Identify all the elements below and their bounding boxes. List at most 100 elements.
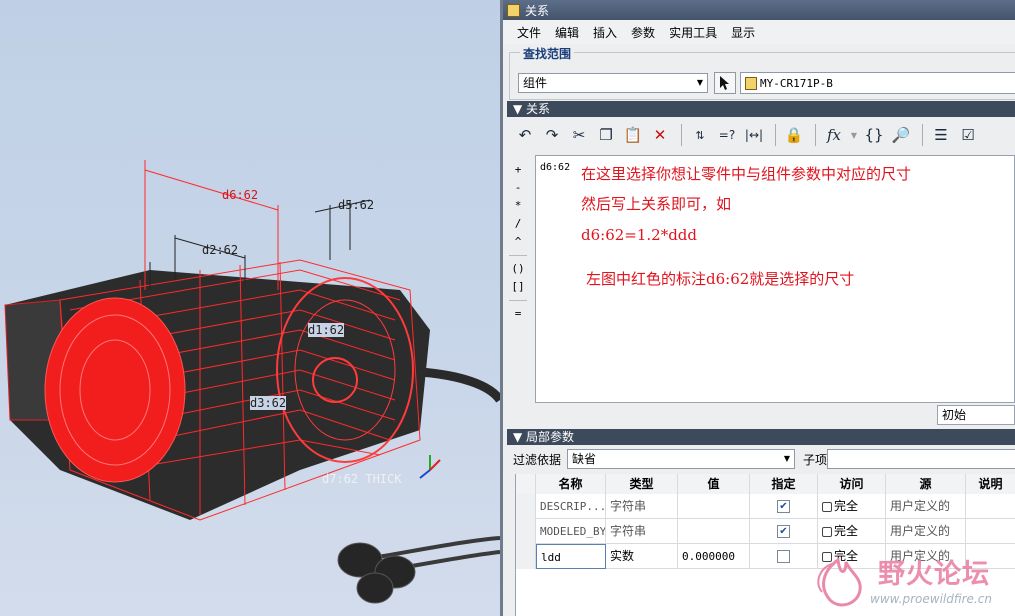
- column-header[interactable]: 值: [678, 474, 750, 494]
- operator-plus[interactable]: +: [507, 161, 529, 179]
- relations-section-header[interactable]: ▼ 关系: [507, 101, 1015, 117]
- lock-icon: [822, 501, 832, 512]
- menu-insert[interactable]: 插入: [593, 24, 617, 41]
- param-name[interactable]: MODELED_BY: [536, 519, 606, 544]
- menu-utilities[interactable]: 实用工具: [669, 24, 717, 41]
- toolbar-separator: [775, 124, 776, 146]
- column-header[interactable]: 访问: [818, 474, 886, 494]
- param-source: 用户定义的: [886, 494, 966, 519]
- function-icon[interactable]: fx: [822, 123, 846, 147]
- status-value: 初始: [942, 408, 967, 422]
- subitem-field[interactable]: [827, 449, 1015, 469]
- column-header[interactable]: 名称: [536, 474, 606, 494]
- lock-file-icon[interactable]: 🔒: [782, 123, 806, 147]
- designated-cell[interactable]: ✔: [750, 519, 818, 544]
- check-icon[interactable]: ☑: [956, 123, 980, 147]
- flame-logo-icon: [817, 557, 862, 607]
- designated-checkbox[interactable]: [777, 550, 790, 563]
- filter-row: 过滤依据 缺省 ▼ 子项: [507, 448, 1015, 470]
- operator-equals[interactable]: =: [507, 305, 529, 323]
- model-viewport[interactable]: d6:62 d2:62 d5:62 d1:62 d3:62 d7:62 THIC…: [0, 0, 500, 616]
- access-value: 完全: [834, 524, 859, 538]
- menu-edit[interactable]: 编辑: [555, 24, 579, 41]
- designated-checkbox[interactable]: ✔: [777, 500, 790, 513]
- column-header[interactable]: 源: [886, 474, 966, 494]
- column-header[interactable]: 说明: [966, 474, 1015, 494]
- evaluate-icon[interactable]: =?: [715, 123, 739, 147]
- annotation-line: d6:62=1.2*ddd: [581, 226, 698, 244]
- lookup-scope-label: 查找范围: [520, 45, 575, 62]
- dimension-label[interactable]: d3:62: [250, 396, 287, 410]
- delete-icon[interactable]: ✕: [648, 123, 672, 147]
- relations-editor[interactable]: d6:62 在这里选择你想让零件中与组件参数中对应的尺寸 然后写上关系即可，如 …: [535, 155, 1015, 403]
- cut-icon[interactable]: ✂: [567, 123, 591, 147]
- access-cell[interactable]: 完全: [818, 494, 886, 519]
- sort-icon[interactable]: ⇅: [688, 123, 712, 147]
- operator-power[interactable]: ^: [507, 233, 529, 251]
- collapse-icon: ▼: [513, 430, 527, 444]
- verify-icon[interactable]: 🔎: [889, 123, 913, 147]
- row-selector[interactable]: [516, 544, 536, 569]
- param-note[interactable]: [966, 494, 1015, 519]
- operator-parentheses[interactable]: (): [507, 260, 529, 278]
- list-icon[interactable]: ☰: [929, 123, 953, 147]
- relations-section-title: 关系: [526, 102, 551, 116]
- menu-file[interactable]: 文件: [517, 24, 541, 41]
- dimension-label[interactable]: d5:62: [338, 198, 374, 212]
- operator-brackets[interactable]: []: [507, 278, 529, 296]
- param-name[interactable]: DESCRIP...: [536, 494, 606, 519]
- param-value[interactable]: 0.000000: [678, 544, 750, 569]
- chevron-down-icon[interactable]: ▼: [849, 123, 859, 147]
- designated-cell[interactable]: [750, 544, 818, 569]
- operator-multiply[interactable]: *: [507, 197, 529, 215]
- redo-icon[interactable]: ↷: [540, 123, 564, 147]
- column-header[interactable]: 类型: [606, 474, 678, 494]
- dimension-label[interactable]: d1:62: [308, 323, 345, 337]
- param-note[interactable]: [966, 519, 1015, 544]
- chevron-down-icon: ▼: [696, 78, 703, 87]
- copy-icon[interactable]: ❐: [594, 123, 618, 147]
- param-source: 用户定义的: [886, 519, 966, 544]
- dimension-label[interactable]: d2:62: [202, 243, 238, 257]
- menu-bar: 文件 编辑 插入 参数 实用工具 显示: [503, 20, 1015, 44]
- collapse-icon: ▼: [513, 102, 527, 116]
- annotation-line: 在这里选择你想让零件中与组件参数中对应的尺寸: [581, 165, 912, 183]
- filter-value: 缺省: [572, 452, 597, 466]
- designated-checkbox[interactable]: ✔: [777, 525, 790, 538]
- lock-icon: [822, 526, 832, 537]
- paste-icon[interactable]: 📋: [621, 123, 645, 147]
- annotation-line: 左图中红色的标注d6:62就是选择的尺寸: [586, 270, 855, 288]
- local-params-section-header[interactable]: ▼ 局部参数: [507, 429, 1015, 445]
- operator-divide[interactable]: /: [507, 215, 529, 233]
- table-header: 名称 类型 值 指定 访问 源 说明: [516, 474, 1015, 494]
- filter-select[interactable]: 缺省 ▼: [567, 449, 795, 469]
- param-type[interactable]: 字符串: [606, 494, 678, 519]
- designated-cell[interactable]: ✔: [750, 494, 818, 519]
- scope-type-value: 组件: [523, 76, 548, 90]
- param-name[interactable]: ldd: [536, 544, 606, 569]
- model-name-field[interactable]: MY-CR171P-B: [740, 72, 1015, 94]
- toolbar-separator: [815, 124, 816, 146]
- dimension-label[interactable]: d6:62: [222, 188, 258, 202]
- param-type[interactable]: 字符串: [606, 519, 678, 544]
- row-selector[interactable]: [516, 519, 536, 544]
- table-row[interactable]: MODELED_BY 字符串 ✔ 完全 用户定义的: [516, 519, 1015, 544]
- access-cell[interactable]: 完全: [818, 519, 886, 544]
- local-params-title: 局部参数: [526, 430, 575, 444]
- scope-type-select[interactable]: 组件 ▼: [518, 73, 708, 93]
- pick-model-button[interactable]: [714, 72, 736, 94]
- param-value[interactable]: [678, 494, 750, 519]
- menu-parameters[interactable]: 参数: [631, 24, 655, 41]
- dimension-icon[interactable]: |↔|: [742, 123, 766, 147]
- param-value[interactable]: [678, 519, 750, 544]
- brackets-icon[interactable]: {}: [862, 123, 886, 147]
- undo-icon[interactable]: ↶: [513, 123, 537, 147]
- menu-display[interactable]: 显示: [731, 24, 755, 41]
- param-type[interactable]: 实数: [606, 544, 678, 569]
- table-row[interactable]: DESCRIP... 字符串 ✔ 完全 用户定义的: [516, 494, 1015, 519]
- operator-minus[interactable]: -: [507, 179, 529, 197]
- column-header[interactable]: 指定: [750, 474, 818, 494]
- dimension-label[interactable]: d7:62 THICK: [322, 472, 401, 486]
- chevron-down-icon: ▼: [783, 454, 790, 463]
- row-selector[interactable]: [516, 494, 536, 519]
